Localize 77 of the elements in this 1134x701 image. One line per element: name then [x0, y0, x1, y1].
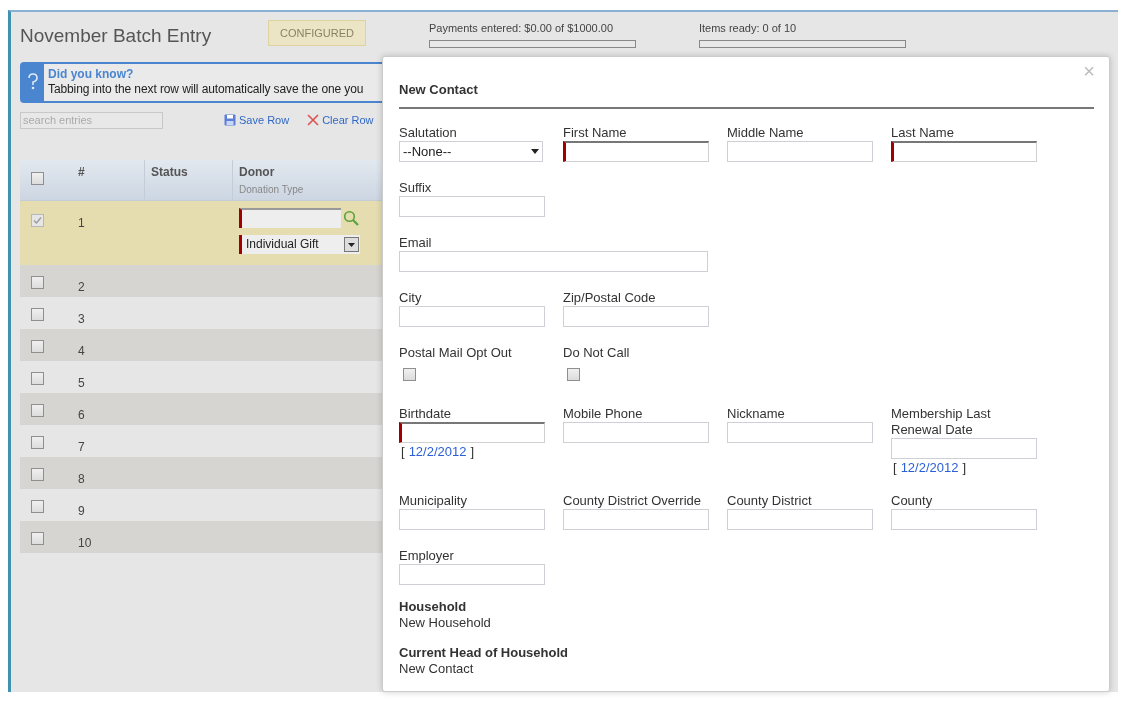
salutation-select[interactable]: --None-- [399, 141, 543, 162]
search-icon[interactable] [343, 209, 359, 226]
field-label: County District Override [563, 493, 702, 509]
field-label: Mobile Phone [563, 406, 644, 422]
field-label: County [891, 493, 934, 509]
row-number: 1 [78, 215, 85, 230]
field-label: Membership Last Renewal Date [891, 406, 992, 438]
row-number: 3 [78, 311, 85, 326]
bracket: ] [962, 460, 967, 475]
row-number: 9 [78, 503, 85, 518]
row-checkbox[interactable] [31, 307, 44, 321]
toolbar-button[interactable]: Clear Row [307, 111, 374, 129]
row-checkbox[interactable] [31, 435, 44, 449]
input-field[interactable] [563, 141, 709, 162]
field-label: Employer [399, 548, 455, 564]
row-number: 10 [78, 535, 92, 550]
row-checkbox[interactable] [31, 531, 44, 545]
row-number: 7 [78, 439, 85, 454]
progress-label: Items ready: 0 of 10 [698, 21, 798, 36]
bracket: ] [470, 444, 475, 459]
dropdown-arrow-icon [531, 149, 539, 154]
row-number: 8 [78, 471, 85, 486]
checkbox[interactable] [403, 368, 416, 381]
row-checkbox[interactable] [31, 467, 44, 481]
row-checkbox[interactable] [31, 213, 44, 227]
field-label: Birthdate [399, 406, 453, 422]
info-label: Household [399, 599, 468, 615]
tip-title: Did you know? [48, 66, 135, 82]
search-field[interactable]: search entries [20, 111, 163, 129]
row-number: 6 [78, 407, 85, 422]
column-header: # [78, 163, 85, 180]
status-badge: CONFIGURED [268, 20, 366, 46]
info-value: New Contact [399, 661, 475, 677]
field-label: City [399, 290, 423, 306]
toolbar-button[interactable]: Save Row [224, 111, 290, 129]
checkmark-icon [33, 215, 42, 225]
row-checkbox[interactable] [31, 403, 44, 417]
tip-text: Tabbing into the next row will automatically save the one you [48, 81, 364, 97]
field-label: First Name [563, 125, 628, 141]
row-checkbox[interactable] [31, 275, 44, 289]
field-label: Nickname [727, 406, 786, 422]
field-label: Email [399, 235, 433, 251]
select-all-checkbox[interactable] [31, 171, 44, 185]
input-field[interactable] [891, 141, 1037, 162]
donation-type-select[interactable]: Individual Gift [239, 234, 360, 254]
row-checkbox[interactable] [31, 499, 44, 513]
input-field[interactable] [399, 422, 545, 443]
row-number: 4 [78, 343, 85, 358]
progress-label: Payments entered: $0.00 of $1000.00 [428, 21, 615, 36]
field-label: Zip/Postal Code [563, 290, 657, 306]
row-checkbox[interactable] [31, 371, 44, 385]
field-label: Do Not Call [563, 345, 631, 361]
row-checkbox[interactable] [31, 339, 44, 353]
field-label: County District [727, 493, 813, 509]
close-icon [307, 114, 320, 126]
date-link[interactable]: 12/2/2012 [900, 460, 959, 475]
row-number: 2 [78, 279, 85, 294]
bracket: [ [401, 444, 405, 459]
field-label: Last Name [891, 125, 955, 141]
column-header: Status [151, 163, 188, 180]
row-number: 5 [78, 375, 85, 390]
checkbox[interactable] [567, 368, 580, 381]
field-label: Suffix [399, 180, 433, 196]
field-label: Municipality [399, 493, 468, 509]
info-value: New Household [399, 615, 492, 631]
page-title: November Batch Entry [20, 24, 213, 48]
field-label: Salutation [399, 125, 458, 141]
info-label: Current Head of Household [399, 645, 569, 661]
field-label: Postal Mail Opt Out [399, 345, 513, 361]
date-link[interactable]: 12/2/2012 [408, 444, 467, 459]
field-label: Middle Name [727, 125, 805, 141]
question-mark-icon [27, 73, 39, 91]
column-header: Donor [239, 163, 275, 180]
column-subheader: Donation Type [239, 182, 304, 197]
bracket: [ [893, 460, 897, 475]
dialog-title: New Contact [399, 82, 478, 97]
donor-field[interactable] [239, 207, 341, 228]
